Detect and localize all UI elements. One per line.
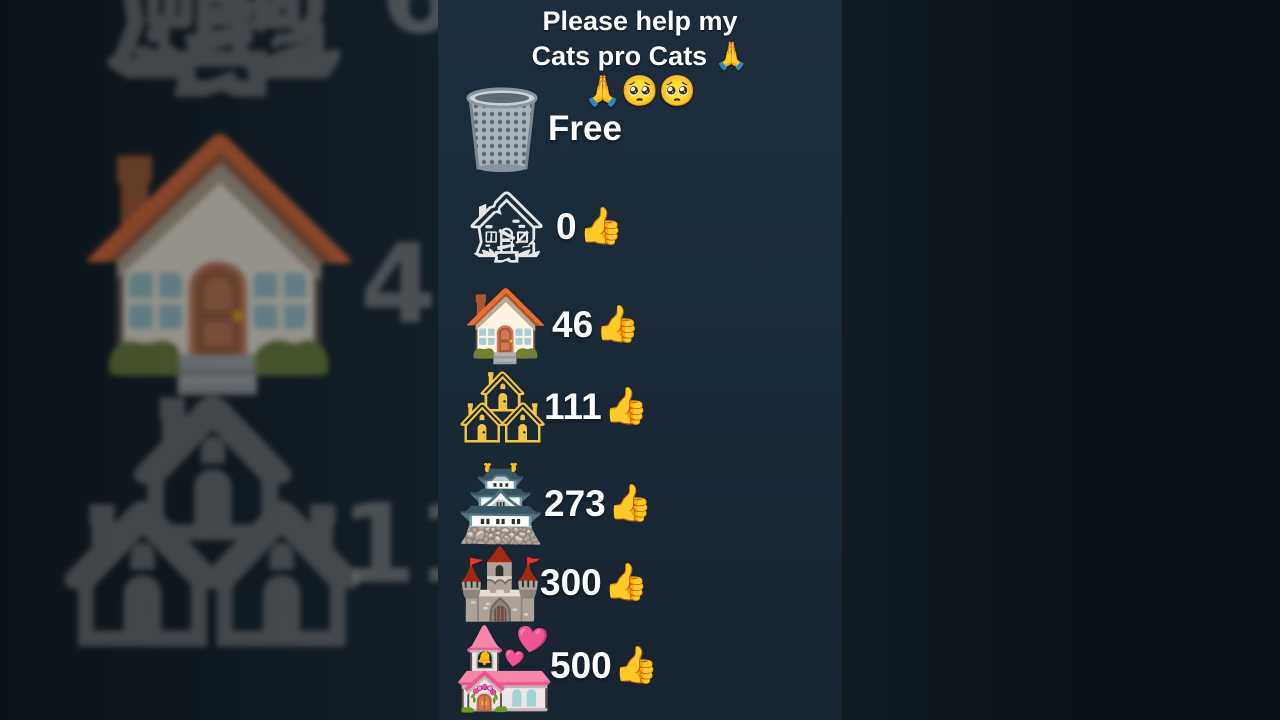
tier-label: 0 <box>556 206 577 247</box>
backdrop-number: 46 <box>360 220 438 348</box>
thumbs-up-icon: 👍 <box>613 645 659 686</box>
backdrop-house-icon: 🏠 <box>70 120 369 400</box>
thumbs-up-icon: 👍 <box>603 386 649 427</box>
castle-icon: 🏰 <box>456 542 544 624</box>
tier-row: 🏠 46 👍 <box>462 290 640 360</box>
tier-label: 273 <box>544 483 606 524</box>
backdrop-derelict-house-icon: 🏚 <box>70 0 375 90</box>
backdrop-left: 🏚 🏠 🏘 6 46 11 <box>0 0 438 720</box>
thumbs-up-icon: 👍 <box>607 483 653 524</box>
houses-icon: 🏘 <box>458 366 547 448</box>
wedding-chapel-icon: 💒 <box>452 617 557 715</box>
tier-row: 🏰 300 👍 <box>456 548 649 618</box>
derelict-house-icon: 🏚 <box>462 186 551 268</box>
tier-row: 💒 500 👍 <box>452 624 659 708</box>
wastebasket-icon <box>464 86 540 172</box>
backdrop-right <box>842 0 1280 720</box>
tier-label: 111 <box>544 386 602 427</box>
house-icon: 🏠 <box>462 284 550 366</box>
tier-label: 500 <box>550 645 612 686</box>
tier-label: 300 <box>540 562 602 603</box>
thumbs-up-icon: 👍 <box>603 562 649 603</box>
video-panel[interactable]: Please help my Cats pro Cats 🙏 🙏🥺🥺 Free <box>438 0 842 720</box>
tier-label: 46 <box>552 304 594 345</box>
caption-line: Cats pro Cats 🙏 <box>531 41 749 71</box>
tier-row: 🏯 273 👍 <box>456 468 653 540</box>
caption-line: Please help my <box>542 6 738 36</box>
thumbs-up-icon: 👍 <box>578 206 624 247</box>
tier-row-free: Free <box>464 86 622 172</box>
tier-label: Free <box>548 109 622 148</box>
backdrop-number: 11 <box>340 480 438 608</box>
thumbs-up-icon: 👍 <box>595 304 640 345</box>
backdrop-houses-icon: 🏘 <box>60 380 365 660</box>
tier-row: 🏚 0 👍 <box>462 192 623 262</box>
japanese-castle-icon: 🏯 <box>456 462 546 546</box>
backdrop-number: 6 <box>380 0 438 58</box>
tier-row: 🏘 111 👍 <box>458 372 648 442</box>
